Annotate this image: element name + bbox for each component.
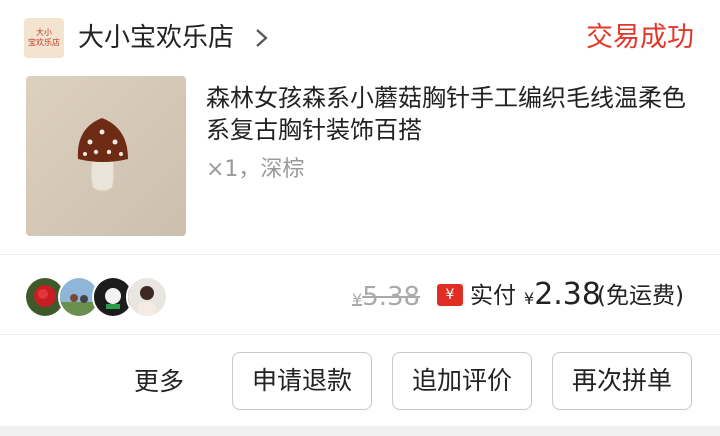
add-review-button[interactable]: 追加评价 xyxy=(392,352,532,410)
order-status: 交易成功 xyxy=(586,22,694,53)
divider xyxy=(0,254,720,255)
original-amount: 5.38 xyxy=(362,282,421,312)
order-card-header: 大小 宝欢乐店 大小宝欢乐店 交易成功 xyxy=(0,0,720,76)
mushroom-brooch-image xyxy=(26,76,186,236)
product-thumbnail[interactable] xyxy=(26,76,186,236)
paid-label: 实付 xyxy=(470,283,516,309)
paid-amount: ¥2.38 xyxy=(524,278,601,316)
original-currency: ¥ xyxy=(352,290,363,309)
shop-name[interactable]: 大小宝欢乐店 xyxy=(78,22,234,54)
payment-icon: ¥ xyxy=(437,284,463,306)
chevron-right-icon[interactable] xyxy=(254,27,270,49)
paid-currency: ¥ xyxy=(524,289,535,308)
shop-logo-text-1: 大小 xyxy=(36,28,52,37)
reorder-button[interactable]: 再次拼单 xyxy=(552,352,692,410)
product-title[interactable]: 森林女孩森系小蘑菇胸针手工编织毛线温柔色系复古胸针装饰百搭 xyxy=(206,82,696,146)
shipping-note: (免运费) xyxy=(597,283,684,309)
section-gap xyxy=(0,426,720,436)
product-sku: ×1，深棕 xyxy=(206,157,305,182)
paid-value: 2.38 xyxy=(534,277,601,312)
more-link[interactable]: 更多 xyxy=(134,366,184,398)
shop-logo[interactable]: 大小 宝欢乐店 xyxy=(24,18,64,58)
divider xyxy=(0,334,720,335)
refund-button[interactable]: 申请退款 xyxy=(232,352,372,410)
shop-logo-text-2: 宝欢乐店 xyxy=(28,38,60,47)
original-price: ¥5.38 xyxy=(352,282,420,315)
person-avatar xyxy=(126,276,168,318)
